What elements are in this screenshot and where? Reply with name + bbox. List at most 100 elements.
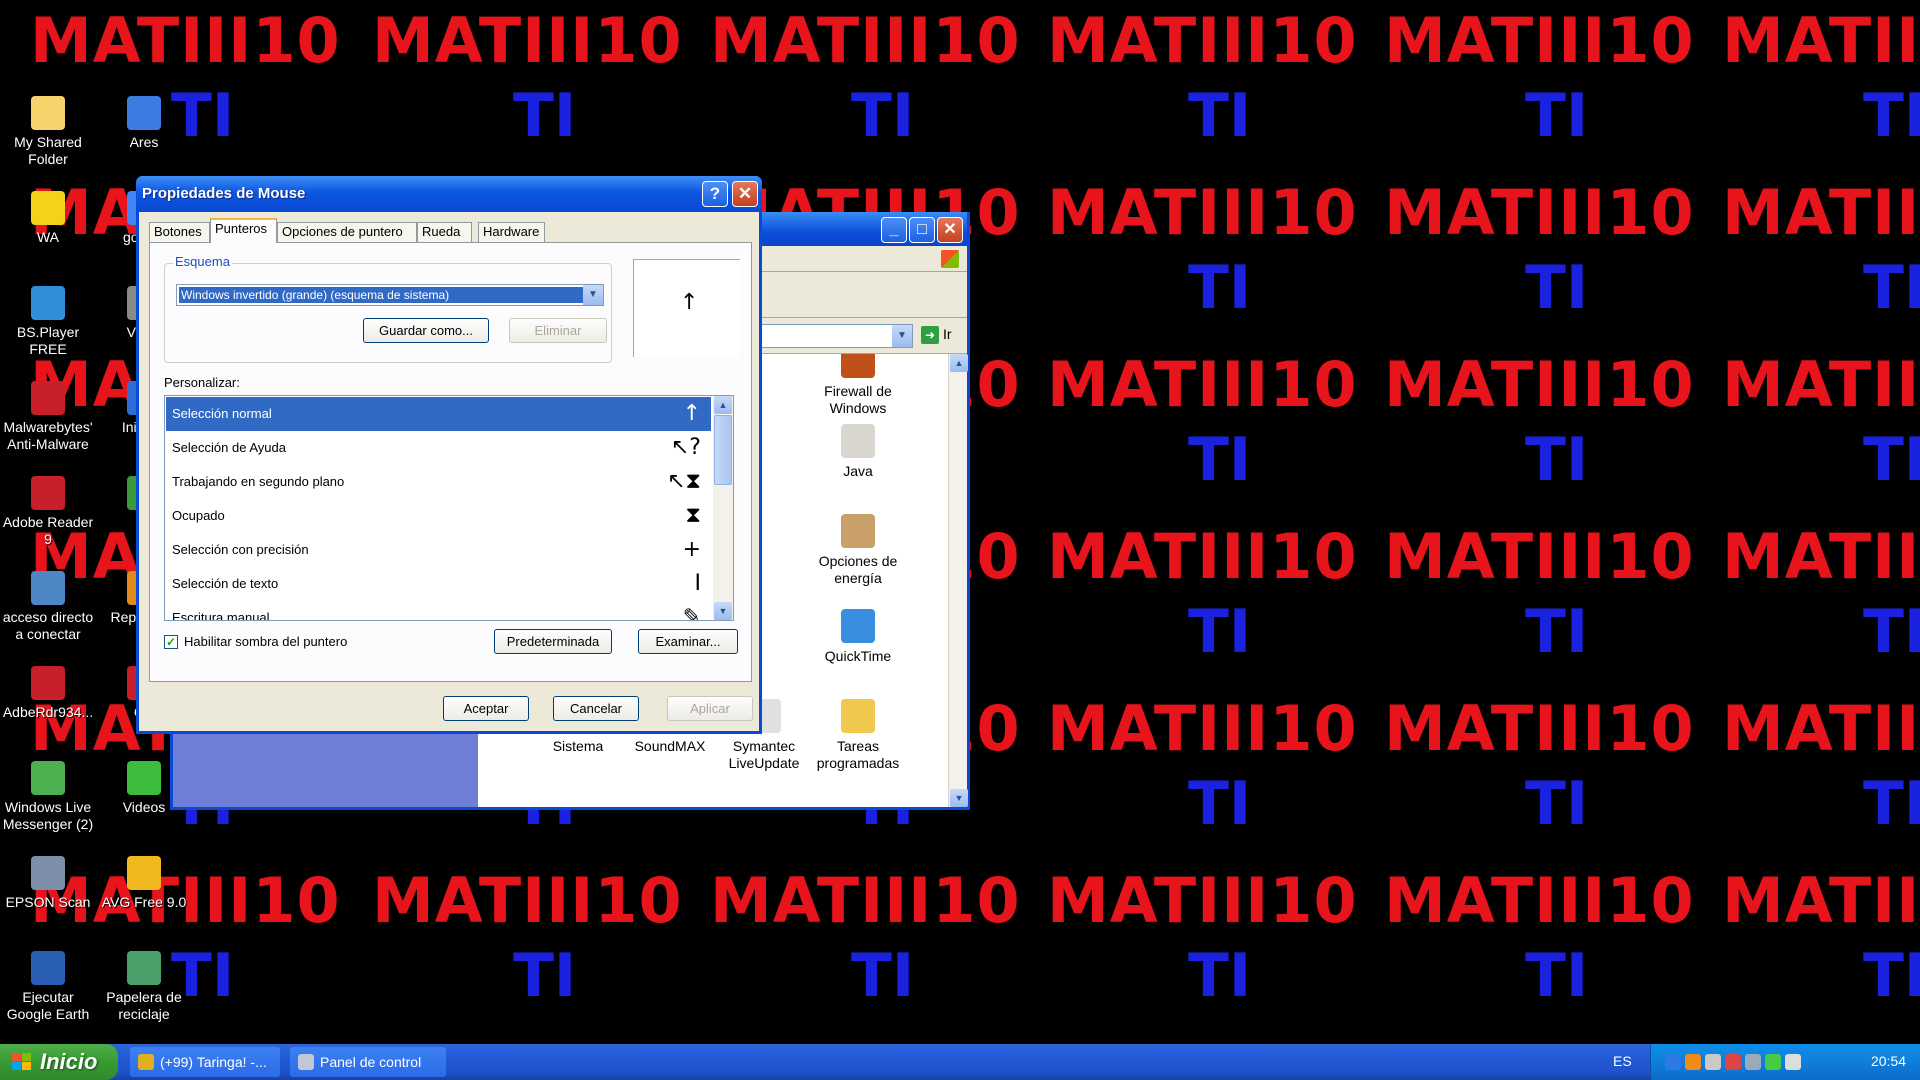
wallpaper-text: MATIII10 [1047, 864, 1358, 937]
tray-security-icon[interactable] [1725, 1054, 1741, 1070]
tray-monitor-icon[interactable] [1785, 1054, 1801, 1070]
cursor-list-item[interactable]: Selección de Ayuda ↖? [166, 431, 711, 465]
cursor-name: Ocupado [172, 508, 225, 523]
mouse-properties-dialog[interactable]: Propiedades de Mouse ? ✕ Botones Punteros… [136, 176, 762, 734]
wallpaper-text: TI [1188, 597, 1252, 667]
taskbar: Inicio (+99) Taringa! -... Panel de contr… [0, 1044, 1920, 1080]
wallpaper-text: MATIII10 [1722, 4, 1920, 77]
cursor-list[interactable]: Selección normal ↑ Selección de Ayuda ↖? Tra… [164, 395, 734, 621]
control-panel-item[interactable]: QuickTime [808, 609, 908, 665]
wallpaper-text: TI [851, 941, 915, 1011]
scroll-up-icon[interactable]: ▲ [950, 354, 968, 372]
tab-botones[interactable]: Botones [149, 222, 210, 242]
pointer-shadow-label: Habilitar sombra del puntero [184, 634, 348, 649]
taskbar-task[interactable]: Panel de control [290, 1047, 446, 1077]
cursor-list-item[interactable]: Selección con precisión + [166, 533, 711, 567]
control-panel-item[interactable]: Firewall de Windows [808, 354, 908, 417]
desktop-icon[interactable]: Adobe Reader 9 [0, 476, 96, 548]
desktop-icon[interactable]: Ares [96, 96, 192, 151]
radiation-icon [31, 191, 65, 225]
cursor-preview-icon: ⧗ [685, 503, 701, 528]
desktop-icon-label: AdbeRdr934... [2, 704, 94, 720]
cursor-list-item[interactable]: Selección normal ↑ [166, 397, 711, 431]
cancel-button[interactable]: Cancelar [553, 696, 639, 721]
windows-flag-icon [12, 1053, 31, 1070]
taskbar-task[interactable]: (+99) Taringa! -... [130, 1047, 280, 1077]
control-panel-item[interactable]: Opciones de energía [808, 514, 908, 587]
tray-avg-icon[interactable] [1685, 1054, 1701, 1070]
cursor-list-scrollbar[interactable]: ▲ ▼ [713, 396, 733, 620]
scheme-select[interactable]: Windows invertido (grande) (esquema de s… [176, 284, 604, 306]
customize-label: Personalizar: [164, 375, 240, 390]
wallpaper-text: MATIII10 [1047, 176, 1358, 249]
address-dropdown-icon[interactable]: ▼ [892, 325, 912, 347]
language-indicator[interactable]: ES [1613, 1053, 1632, 1069]
start-label: Inicio [40, 1049, 98, 1074]
control-panel-scrollbar[interactable]: ▲ ▼ [948, 354, 968, 807]
desktop-icon[interactable]: AdbeRdr934... [0, 666, 96, 721]
control-panel-item[interactable]: Java [808, 424, 908, 480]
desktop-icon[interactable]: My Shared Folder [0, 96, 96, 168]
clock: 20:54 [1870, 1053, 1906, 1069]
desktop-icon-label: Ares [129, 134, 159, 150]
tab-rueda[interactable]: Rueda [417, 222, 472, 242]
cursor-list-item[interactable]: Escritura manual ✎ [166, 601, 711, 620]
desktop-icon[interactable]: Malwarebytes' Anti-Malware [0, 381, 96, 453]
scroll-down-icon[interactable]: ▼ [950, 789, 968, 807]
desktop-icon[interactable]: BS.Player FREE [0, 286, 96, 358]
dialog-close-button[interactable]: ✕ [732, 181, 758, 207]
cursor-list-item[interactable]: Trabajando en segundo plano ↖⧗ [166, 465, 711, 499]
browse-button[interactable]: Examinar... [638, 629, 738, 654]
desktop-icon[interactable]: acceso directo a conectar [0, 571, 96, 643]
default-button[interactable]: Predeterminada [494, 629, 612, 654]
desktop-icon-label: Adobe Reader 9 [2, 514, 94, 547]
help-button[interactable]: ? [702, 181, 728, 207]
tab-hardware[interactable]: Hardware [478, 222, 545, 242]
wallpaper-text: MATIII10 [30, 4, 341, 77]
wallpaper-text: TI [1863, 769, 1920, 839]
cursor-list-item[interactable]: Ocupado ⧗ [166, 499, 711, 533]
chevron-down-icon[interactable]: ▼ [583, 285, 603, 305]
desktop-icon-label: Windows Live Messenger (2) [2, 799, 94, 832]
ok-button[interactable]: Aceptar [443, 696, 529, 721]
desktop-icon[interactable]: WA [0, 191, 96, 246]
firewall-icon [841, 354, 875, 378]
control-panel-item[interactable]: Tareas programadas [808, 699, 908, 772]
tab-punteros[interactable]: Punteros [210, 218, 277, 243]
scroll-up-icon[interactable]: ▲ [714, 396, 732, 414]
tray-signal-icon[interactable] [1765, 1054, 1781, 1070]
desktop-icon-label: AVG Free 9.0 [101, 894, 187, 910]
dialog-titlebar[interactable]: Propiedades de Mouse ? ✕ [136, 176, 762, 212]
wallpaper-text: MATIII10 [1384, 348, 1695, 421]
java-icon [841, 424, 875, 458]
desktop-icon-label: My Shared Folder [14, 134, 82, 167]
save-as-button[interactable]: Guardar como... [363, 318, 489, 343]
cursor-list-item[interactable]: Selección de texto I [166, 567, 711, 601]
desktop-icon[interactable]: Papelera de reciclaje [96, 951, 192, 1023]
tab-opciones-de-puntero[interactable]: Opciones de puntero [277, 222, 417, 242]
apply-button[interactable]: Aplicar [667, 696, 753, 721]
minimize-button[interactable]: _ [881, 217, 907, 243]
pointer-shadow-checkbox[interactable]: ✓ [164, 635, 178, 649]
desktop-icon[interactable]: EPSON Scan [0, 856, 96, 911]
tray-messenger-icon[interactable] [1665, 1054, 1681, 1070]
messenger-icon [31, 761, 65, 795]
scroll-down-icon[interactable]: ▼ [714, 602, 732, 620]
close-button[interactable]: ✕ [937, 217, 963, 243]
desktop-icon[interactable]: Ejecutar Google Earth [0, 951, 96, 1023]
desktop-icon[interactable]: Windows Live Messenger (2) [0, 761, 96, 833]
epson-scan-icon [31, 856, 65, 890]
go-button[interactable]: ➜ Ir [921, 326, 952, 344]
tray-network-icon[interactable] [1705, 1054, 1721, 1070]
google-earth-icon [31, 951, 65, 985]
tray-volume-icon[interactable] [1745, 1054, 1761, 1070]
maximize-button[interactable]: □ [909, 217, 935, 243]
start-button[interactable]: Inicio [0, 1044, 118, 1080]
desktop-icon-label: Papelera de reciclaje [106, 989, 182, 1022]
scroll-thumb[interactable] [714, 415, 732, 485]
desktop-icon[interactable]: AVG Free 9.0 [96, 856, 192, 911]
recycle-bin-icon [127, 951, 161, 985]
wallpaper-text: TI [1188, 81, 1252, 151]
wallpaper-text: TI [513, 941, 577, 1011]
delete-button[interactable]: Eliminar [509, 318, 607, 343]
